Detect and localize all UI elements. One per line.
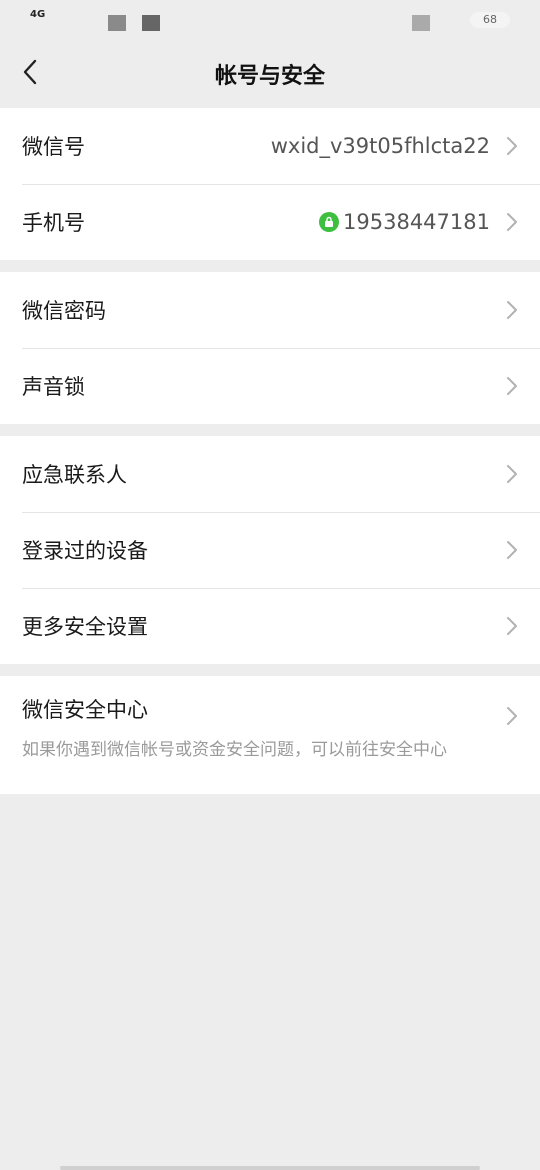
phone-value: 19538447181 <box>319 210 490 234</box>
chevron-right-icon <box>507 617 517 635</box>
voice-lock-row[interactable]: 声音锁 <box>0 348 540 424</box>
wechat-password-label: 微信密码 <box>22 299 106 323</box>
page-title: 帐号与安全 <box>214 64 325 89</box>
security-center-group: 微信安全中心 如果你遇到微信帐号或资金安全问题，可以前往安全中心 <box>0 676 540 794</box>
wechat-id-label: 微信号 <box>22 135 85 159</box>
chevron-right-icon <box>507 707 517 725</box>
chevron-left-icon <box>23 59 37 85</box>
status-bar: 4G 68 <box>0 0 540 40</box>
voice-lock-label: 声音锁 <box>22 375 85 399</box>
emergency-contact-row[interactable]: 应急联系人 <box>0 436 540 512</box>
phone-number-text: 19538447181 <box>343 210 490 234</box>
security-center-description: 如果你遇到微信帐号或资金安全问题，可以前往安全中心 <box>22 740 447 760</box>
chevron-right-icon <box>507 465 517 483</box>
login-devices-row[interactable]: 登录过的设备 <box>0 512 540 588</box>
account-info-group: 微信号 wxid_v39t05fhlcta22 手机号 19538447181 <box>0 108 540 260</box>
security-group: 应急联系人 登录过的设备 更多安全设置 <box>0 436 540 664</box>
wechat-id-row[interactable]: 微信号 wxid_v39t05fhlcta22 <box>0 108 540 184</box>
chevron-right-icon <box>507 137 517 155</box>
more-security-settings-row[interactable]: 更多安全设置 <box>0 588 540 664</box>
battery-indicator: 68 <box>470 12 510 28</box>
emergency-contact-label: 应急联系人 <box>22 463 127 487</box>
network-indicator: 4G <box>30 9 46 20</box>
more-security-settings-label: 更多安全设置 <box>22 615 148 639</box>
chevron-right-icon <box>507 301 517 319</box>
phone-label: 手机号 <box>22 211 85 235</box>
security-center-row[interactable]: 微信安全中心 如果你遇到微信帐号或资金安全问题，可以前往安全中心 <box>0 676 540 794</box>
status-mosaic <box>412 15 430 31</box>
chevron-wrap <box>506 706 518 730</box>
login-devices-label: 登录过的设备 <box>22 539 148 563</box>
wechat-id-value: wxid_v39t05fhlcta22 <box>271 134 490 158</box>
status-mosaic <box>108 15 126 31</box>
nav-bar: 帐号与安全 <box>0 40 540 108</box>
wechat-password-row[interactable]: 微信密码 <box>0 272 540 348</box>
home-indicator <box>60 1166 480 1170</box>
wechat-id-text: wxid_v39t05fhlcta22 <box>270 134 490 158</box>
password-group: 微信密码 声音锁 <box>0 272 540 424</box>
chevron-right-icon <box>507 377 517 395</box>
status-mosaic <box>142 15 160 31</box>
chevron-right-icon <box>507 541 517 559</box>
lock-icon <box>319 212 340 232</box>
security-center-label: 微信安全中心 <box>22 698 148 722</box>
back-button[interactable] <box>14 56 46 88</box>
phone-row[interactable]: 手机号 19538447181 <box>0 184 540 260</box>
chevron-right-icon <box>507 213 517 231</box>
